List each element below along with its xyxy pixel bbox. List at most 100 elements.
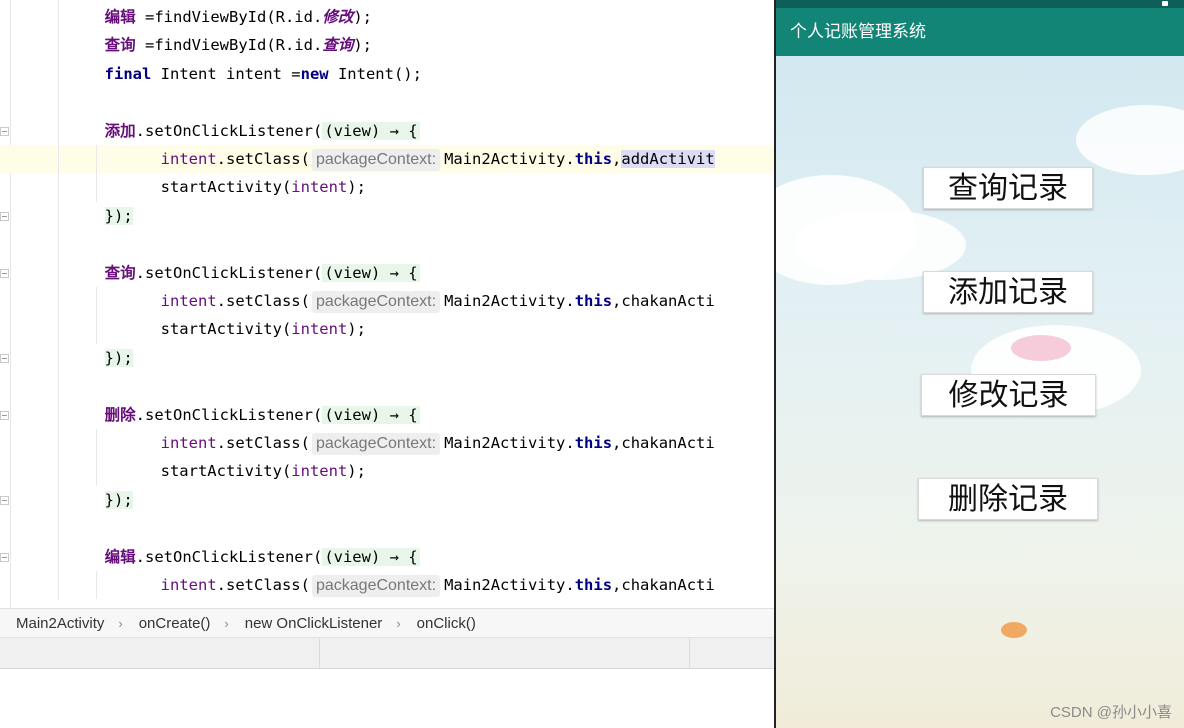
breadcrumb-item-listener[interactable]: new OnClickListener <box>229 615 383 632</box>
hedgehog-decoration <box>1001 622 1027 638</box>
parameter-hint: packageContext: <box>311 433 441 455</box>
edit-record-button[interactable]: 修改记录 <box>921 374 1096 416</box>
code-line[interactable]: }); <box>0 486 774 514</box>
code-line-content: startActivity(intent); <box>0 178 366 196</box>
code-token: final <box>104 64 152 83</box>
code-line-content: 编辑.setOnClickListener((view) → { <box>0 547 420 566</box>
code-line[interactable]: 编辑 =findViewById(R.id.修改); <box>0 3 774 31</box>
code-token: }); <box>104 348 133 367</box>
code-token: intent <box>160 150 217 168</box>
code-token: =findViewById(R.id. <box>135 8 323 26</box>
delete-record-button[interactable]: 删除记录 <box>918 478 1098 520</box>
code-token: ); <box>353 36 372 55</box>
code-token: Main2Activity. <box>444 292 575 310</box>
code-token: =findViewById(R.id. <box>135 36 323 55</box>
code-line[interactable]: 添加.setOnClickListener((view) → { <box>0 117 774 145</box>
code-token: 修改 <box>322 7 354 26</box>
code-line[interactable]: startActivity(intent); <box>0 457 774 485</box>
code-token: this <box>574 150 613 168</box>
fold-toggle-icon[interactable] <box>0 268 9 278</box>
phone-screen: 个人记账管理系统 查询记录 添加记录 修改记录 删除记录 CSDN @孙小小喜 <box>776 0 1184 728</box>
code-token: .setOnClickListener( <box>135 405 323 424</box>
code-line-content: 删除.setOnClickListener((view) → { <box>0 404 420 424</box>
parameter-hint: packageContext: <box>311 291 441 313</box>
watermark: CSDN @孙小小喜 <box>1050 704 1172 721</box>
code-token: 查询 <box>322 35 354 55</box>
fold-toggle-icon[interactable] <box>0 495 9 505</box>
fold-toggle-icon[interactable] <box>0 552 9 562</box>
code-line[interactable]: }); <box>0 344 774 372</box>
code-line[interactable]: 查询 =findViewById(R.id.查询); <box>0 31 774 59</box>
code-token: 查询 <box>104 35 136 55</box>
breadcrumb-item-method[interactable]: onCreate() <box>123 615 211 632</box>
code-line[interactable]: intent.setClass(packageContext: Main2Acti… <box>0 571 774 599</box>
code-line[interactable] <box>0 514 774 542</box>
indent-guide <box>96 571 97 600</box>
code-token: startActivity( <box>30 320 292 339</box>
parameter-hint: packageContext: <box>311 149 441 171</box>
fold-toggle-icon[interactable] <box>0 410 9 420</box>
query-records-button[interactable]: 查询记录 <box>923 167 1093 209</box>
code-line[interactable]: intent.setClass(packageContext: Main2Acti… <box>0 287 774 315</box>
code-token: }); <box>104 490 133 509</box>
code-token: ,chakanActi <box>612 434 715 452</box>
code-line[interactable]: }); <box>0 202 774 230</box>
code-line-content: 查询.setOnClickListener((view) → { <box>0 262 420 282</box>
code-line[interactable]: startActivity(intent); <box>0 173 774 201</box>
chevron-right-icon: › <box>396 615 401 631</box>
code-token: (view) → { <box>322 263 420 282</box>
code-token: ); <box>347 320 366 339</box>
code-token: (view) → { <box>322 121 420 140</box>
breadcrumb-item-class[interactable]: Main2Activity <box>0 615 104 632</box>
code-token: Intent(); <box>328 64 422 83</box>
code-line[interactable]: startActivity(intent); <box>0 315 774 343</box>
code-token: .setClass( <box>216 576 310 594</box>
app-bar: 个人记账管理系统 <box>776 8 1184 56</box>
code-line-content: 添加.setOnClickListener((view) → { <box>0 121 420 140</box>
code-token: ,chakanActi <box>612 292 715 310</box>
code-editor[interactable]: 编辑 =findViewById(R.id.修改); 查询 =findViewB… <box>0 0 774 608</box>
code-line[interactable] <box>0 88 774 116</box>
code-line-content: intent.setClass(packageContext: Main2Acti… <box>0 291 715 313</box>
code-line[interactable] <box>0 230 774 258</box>
code-line-content: intent.setClass(packageContext: Main2Acti… <box>0 149 715 171</box>
code-line-content: startActivity(intent); <box>0 462 366 480</box>
code-line[interactable]: 删除.setOnClickListener((view) → { <box>0 401 774 429</box>
indent-guide <box>58 0 59 600</box>
code-token: addActivit <box>621 150 715 168</box>
fold-toggle-icon[interactable] <box>0 353 9 363</box>
code-line[interactable]: intent.setClass(packageContext: Main2Acti… <box>0 429 774 457</box>
code-token: .setOnClickListener( <box>135 263 323 282</box>
code-token: Intent intent = <box>151 64 301 83</box>
code-token: ,chakanActi <box>612 576 715 594</box>
code-token: .setOnClickListener( <box>135 121 323 140</box>
code-token: this <box>574 434 613 452</box>
code-token: new <box>300 64 329 83</box>
code-line[interactable]: 查询.setOnClickListener((view) → { <box>0 259 774 287</box>
breadcrumb-item-onclick[interactable]: onClick() <box>401 615 476 632</box>
fold-toggle-icon[interactable] <box>0 126 9 136</box>
code-token: 查询 <box>104 262 136 282</box>
signal-icon <box>1162 1 1168 6</box>
tool-window-strip <box>0 638 774 669</box>
bottom-panel <box>0 669 774 728</box>
code-line[interactable]: 编辑.setOnClickListener((view) → { <box>0 543 774 571</box>
code-token: ); <box>347 462 366 481</box>
chevron-right-icon: › <box>118 615 123 631</box>
fold-toggle-icon[interactable] <box>0 211 9 221</box>
code-token: intent <box>160 576 217 594</box>
add-record-button[interactable]: 添加记录 <box>923 271 1093 313</box>
code-token: intent <box>291 178 348 197</box>
indent-guide <box>96 429 97 486</box>
code-line-current[interactable]: intent.setClass(packageContext: Main2Acti… <box>0 145 774 173</box>
code-token: 删除 <box>104 404 136 424</box>
code-line[interactable]: final Intent intent =new Intent(); <box>0 60 774 88</box>
code-line[interactable] <box>0 372 774 400</box>
breadcrumb: Main2Activity › onCreate() › new OnClick… <box>0 608 774 638</box>
